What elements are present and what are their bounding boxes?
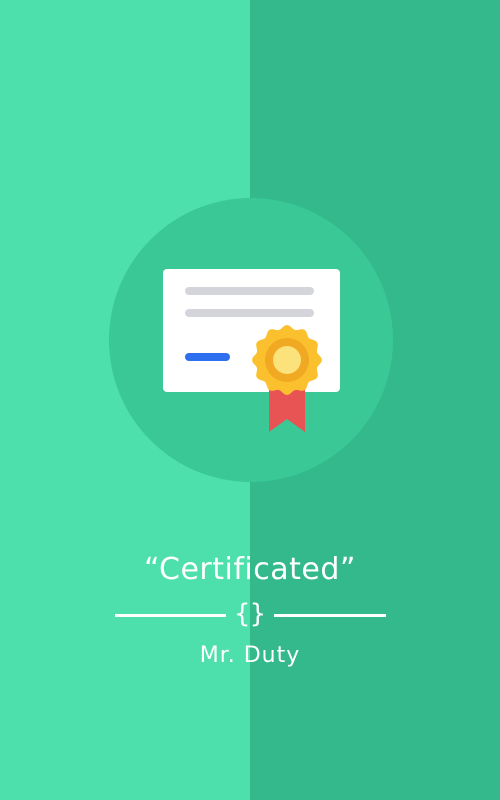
certificate-text-line-2 <box>185 309 314 317</box>
certificate-signature-line <box>185 353 230 361</box>
author-name: Mr. Duty <box>199 643 301 668</box>
certificate-illustration <box>109 198 393 482</box>
divider-line-right <box>274 614 386 617</box>
certificate-title: “Certificated” <box>144 552 356 587</box>
medal-center <box>273 346 301 374</box>
certificate-text-line-1 <box>185 287 314 295</box>
curly-braces-icon: {} <box>234 599 266 629</box>
divider-line-left <box>115 614 226 617</box>
